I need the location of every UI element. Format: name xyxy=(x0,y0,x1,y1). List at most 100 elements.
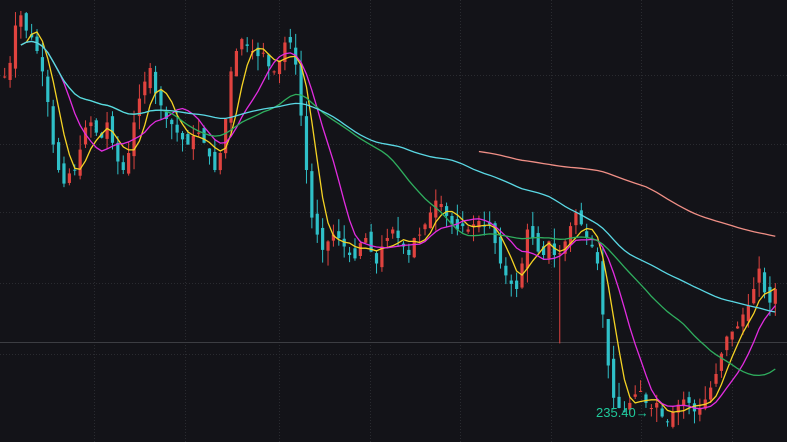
candle-body xyxy=(240,39,244,50)
candle-body xyxy=(148,68,152,89)
candle-body xyxy=(428,212,433,229)
candle-body xyxy=(207,148,212,157)
candle-body xyxy=(391,229,395,234)
candle-body xyxy=(665,421,670,423)
candle-body xyxy=(197,132,201,134)
candle-body xyxy=(504,265,508,276)
candles xyxy=(3,10,777,429)
candle-body xyxy=(644,394,648,403)
candle-body xyxy=(89,122,93,127)
candle-body xyxy=(612,358,616,398)
candle-body xyxy=(127,153,131,174)
candle-body xyxy=(229,71,233,123)
candle-body xyxy=(261,52,265,54)
candlestick-chart-svg: 235.40→ xyxy=(0,0,787,442)
candle-body xyxy=(67,173,71,183)
candle-body xyxy=(46,76,50,102)
candle-body xyxy=(353,248,357,259)
candle-body xyxy=(186,134,190,145)
candle-body xyxy=(396,230,400,238)
candle-body xyxy=(277,61,282,75)
candle-body xyxy=(687,397,691,403)
candle-body xyxy=(757,268,761,283)
candle-body xyxy=(574,212,578,226)
candle-body xyxy=(638,391,643,392)
candle-body xyxy=(105,122,109,139)
candle-body xyxy=(606,319,610,366)
candle-body xyxy=(735,326,740,329)
candle-body xyxy=(558,253,562,255)
candle-body xyxy=(773,289,777,304)
candle-body xyxy=(347,252,352,255)
candle-body xyxy=(304,116,309,170)
candle-body xyxy=(73,169,77,171)
candle-body xyxy=(51,106,55,145)
candle-body xyxy=(110,116,115,143)
candle-body xyxy=(461,223,465,227)
candle-body xyxy=(121,162,125,170)
candle-body xyxy=(746,306,750,322)
candle-body xyxy=(374,253,379,264)
candle-body xyxy=(288,36,292,43)
candle-body xyxy=(321,227,325,250)
ma120-line xyxy=(478,150,776,237)
candle-body xyxy=(272,71,276,73)
candle-body xyxy=(175,124,179,133)
low-price-label: 235.40→ xyxy=(596,405,649,420)
candle-body xyxy=(439,204,443,208)
candle-body xyxy=(579,210,583,225)
candle-body xyxy=(525,229,530,269)
candle-body xyxy=(218,153,222,171)
candle-body xyxy=(3,76,7,78)
annotations: 235.40→ xyxy=(596,405,649,420)
candle-body xyxy=(62,163,66,184)
candle-body xyxy=(326,241,330,251)
candle-body xyxy=(358,243,362,256)
candle-body xyxy=(601,261,605,315)
candle-body xyxy=(364,238,368,243)
candle-body xyxy=(719,353,724,371)
candle-body xyxy=(423,224,427,230)
candle-body xyxy=(741,314,745,327)
candle-body xyxy=(418,234,422,236)
candle-body xyxy=(213,151,217,170)
candle-body xyxy=(170,119,174,125)
candle-body xyxy=(385,238,389,241)
candle-body xyxy=(660,408,664,417)
candle-body xyxy=(159,90,163,106)
candle-body xyxy=(531,226,535,238)
candle-body xyxy=(116,142,120,162)
candle-body xyxy=(709,387,713,400)
candle-body xyxy=(310,171,314,218)
candle-body xyxy=(671,411,675,427)
candle-body xyxy=(337,231,341,238)
candle-body xyxy=(24,13,28,31)
candle-body xyxy=(682,399,686,406)
candle-body xyxy=(762,272,767,293)
candle-body xyxy=(143,81,147,96)
candle-body xyxy=(94,120,98,133)
candle-body xyxy=(13,25,18,69)
candle-body xyxy=(180,133,185,140)
ma30-line xyxy=(20,40,776,377)
candle-body xyxy=(191,136,195,150)
candle-body xyxy=(633,394,637,397)
candle-body xyxy=(407,249,411,255)
ma60-line xyxy=(20,40,776,313)
candle-body xyxy=(153,71,158,94)
candle-body xyxy=(315,213,319,235)
candle-body xyxy=(655,402,659,408)
candle-body xyxy=(649,408,653,409)
candle-body xyxy=(245,44,249,46)
candle-body xyxy=(19,15,23,27)
candle-body xyxy=(714,374,718,384)
candle-body xyxy=(768,286,772,303)
candle-body xyxy=(515,280,519,289)
candle-body xyxy=(725,336,729,351)
candle-body xyxy=(509,280,513,284)
candle-body xyxy=(56,142,61,170)
candle-body xyxy=(595,252,600,264)
candle-body xyxy=(8,62,12,80)
candle-body xyxy=(730,331,734,340)
candle-body xyxy=(498,236,503,264)
